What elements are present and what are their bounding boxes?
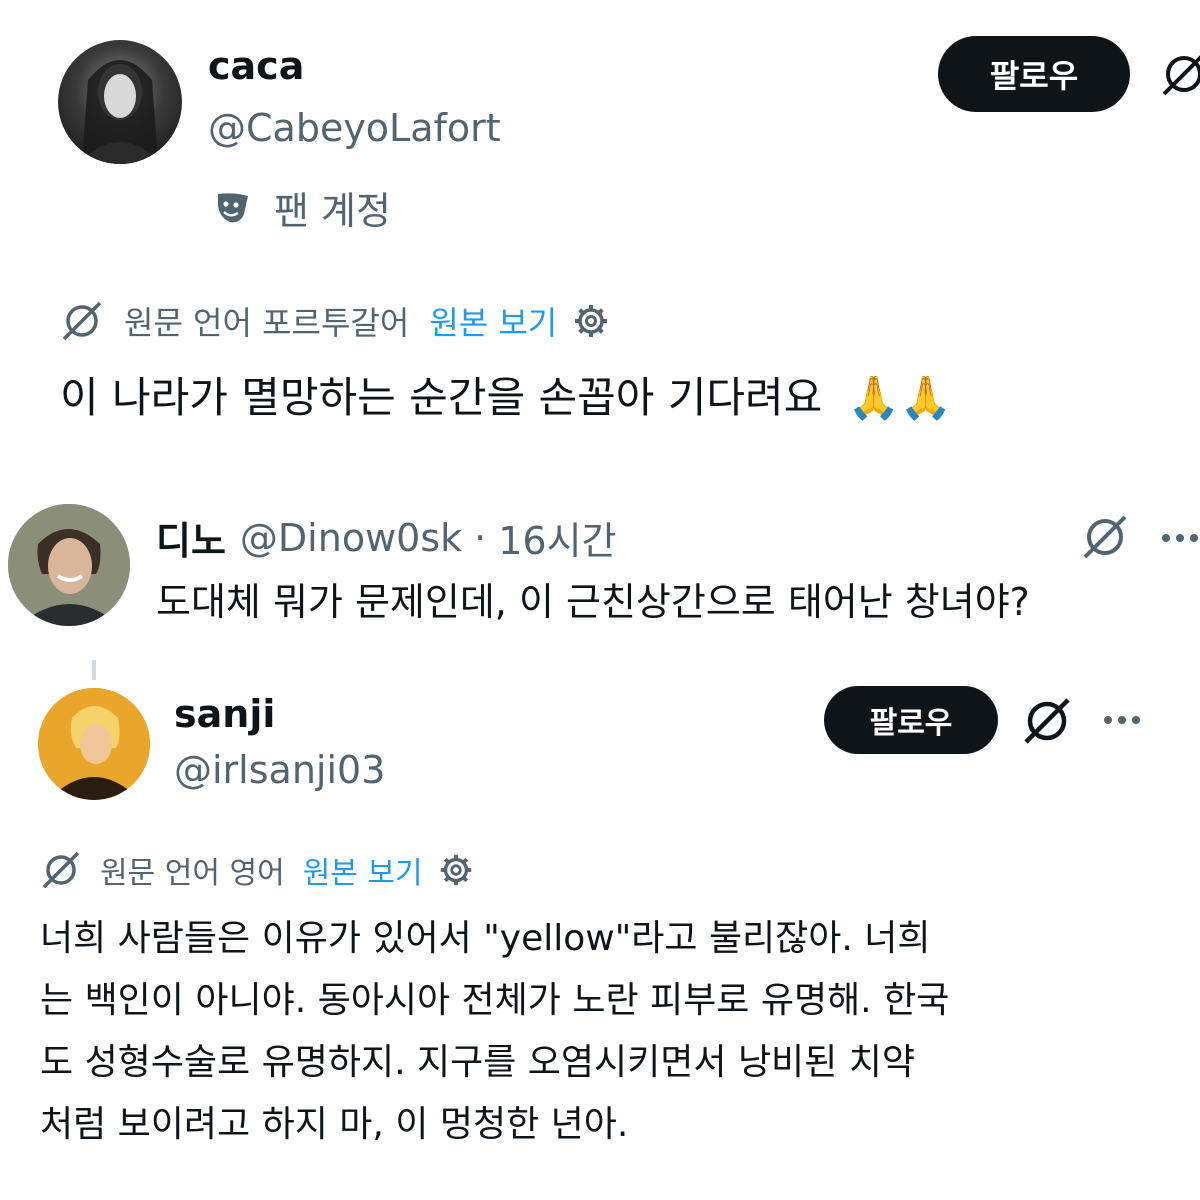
avatar-image — [38, 688, 150, 800]
tweet-text: 너희 사람들은 이유가 있어서 "yellow"라고 불리잖아. 너희 는 백인… — [40, 908, 949, 1156]
reply-text: 도대체 뭐가 문제인데, 이 근친상간으로 태어난 창녀야? — [156, 580, 1030, 624]
grok-translate-icon — [40, 849, 82, 891]
follow-button[interactable]: 팔로우 — [938, 36, 1130, 112]
tweet-text: 이 나라가 멸망하는 순간을 손꼽아 기다려요 🙏🙏 — [60, 366, 952, 430]
view-original-link[interactable]: 원본 보기 — [429, 298, 557, 344]
tweet-text-content: 이 나라가 멸망하는 순간을 손꼽아 기다려요 — [60, 373, 823, 422]
view-original-link[interactable]: 원본 보기 — [303, 848, 423, 892]
grok-icon[interactable] — [1160, 50, 1200, 98]
display-name[interactable]: caca — [208, 44, 304, 88]
reply-header: 디노 @Dinow0sk · 16시간 — [156, 510, 617, 565]
translation-bar: 원문 언어 영어 원본 보기 — [40, 846, 475, 894]
source-language-label: 원문 언어 포르투갈어 — [124, 304, 410, 342]
grok-icon[interactable] — [1020, 694, 1074, 748]
avatar[interactable] — [58, 40, 182, 164]
translation-bar: 원문 언어 포르투갈어 원본 보기 — [60, 296, 611, 346]
avatar-image — [8, 504, 130, 626]
avatar[interactable] — [38, 688, 150, 800]
handle[interactable]: @CabeyoLafort — [208, 106, 501, 150]
source-language-label: 원문 언어 영어 — [100, 856, 285, 891]
grok-icon[interactable] — [1080, 512, 1130, 562]
more-options-icon[interactable] — [1102, 710, 1142, 730]
more-options-icon[interactable] — [1160, 528, 1200, 548]
display-name[interactable]: 디노 — [156, 510, 226, 565]
handle[interactable]: @Dinow0sk — [240, 516, 462, 560]
fan-account-badge: 팬 계정 — [214, 180, 391, 235]
thread-line — [92, 660, 96, 680]
avatar-image — [78, 60, 162, 164]
separator-dot: · — [474, 515, 487, 560]
fan-account-label: 팬 계정 — [274, 189, 391, 233]
tweet-text-line: 는 백인이 아니야. 동아시아 전체가 노란 피부로 유명해. 한국 — [40, 980, 950, 1021]
timestamp[interactable]: 16시간 — [498, 510, 616, 565]
gear-icon[interactable] — [571, 301, 611, 341]
theater-masks-icon — [214, 188, 254, 228]
handle[interactable]: @irlsanji03 — [174, 748, 385, 792]
grok-translate-icon — [60, 299, 104, 343]
gear-icon[interactable] — [437, 851, 475, 889]
tweet-text-line: 도 성형수술로 유명하지. 지구를 오염시키면서 낭비된 치약 — [40, 1042, 915, 1083]
praying-hands-emoji: 🙏🙏 — [847, 373, 953, 422]
tweet-text-line: 너희 사람들은 이유가 있어서 "yellow"라고 불리잖아. 너희 — [40, 918, 931, 959]
tweet-text-line: 처럼 보이려고 하지 마, 이 멍청한 년아. — [40, 1104, 629, 1145]
follow-button[interactable]: 팔로우 — [824, 686, 998, 754]
display-name[interactable]: sanji — [174, 692, 275, 736]
avatar[interactable] — [8, 504, 130, 626]
